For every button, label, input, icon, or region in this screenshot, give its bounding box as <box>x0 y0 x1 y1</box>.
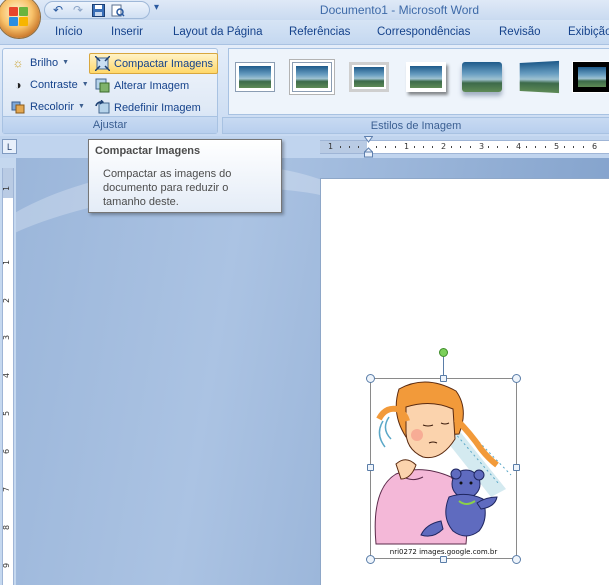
title-bar: ↶ ↷ ▾ Documento1 - Microsoft Word <box>0 0 609 20</box>
resize-handle[interactable] <box>366 374 375 383</box>
ruler-number: 9 <box>2 562 12 569</box>
tab-revisao[interactable]: Revisão <box>499 26 541 38</box>
brightness-button[interactable]: ☼ Brilho ▼ <box>5 52 74 73</box>
resize-handle[interactable] <box>513 464 520 471</box>
recolor-label: Recolorir <box>30 100 75 113</box>
brightness-label: Brilho <box>30 56 59 69</box>
ribbon-tabs: Início Inserir Layout da Página Referênc… <box>0 20 609 46</box>
picture-style-thumbnail[interactable] <box>292 62 332 92</box>
reset-picture-button[interactable]: Redefinir Imagem <box>89 97 206 118</box>
clipart-girl-with-teddy-bear <box>374 381 512 545</box>
ribbon: ☼ Brilho ▼ ◑ Contraste ▼ Recolorir ▼ Com… <box>0 44 609 136</box>
adjust-group: ☼ Brilho ▼ ◑ Contraste ▼ Recolorir ▼ Com… <box>2 48 219 134</box>
selected-picture[interactable]: nri0272 images.google.com.br <box>370 378 517 559</box>
change-picture-label: Alterar Imagem <box>114 79 190 92</box>
ruler-number: 7 <box>2 486 12 493</box>
ruler-number: 5 <box>2 410 12 417</box>
tab-exibicao[interactable]: Exibição <box>568 26 609 38</box>
tab-inicio[interactable]: Início <box>55 26 83 38</box>
tooltip-title: Compactar Imagens <box>95 145 201 157</box>
change-picture-icon <box>94 78 110 94</box>
reset-picture-label: Redefinir Imagem <box>114 101 201 114</box>
resize-handle[interactable] <box>440 556 447 563</box>
vertical-ruler[interactable]: 1 1 2 3 4 5 6 7 8 9 <box>2 168 14 585</box>
adjust-group-label: Ajustar <box>3 116 217 133</box>
compress-pictures-label: Compactar Imagens <box>114 57 214 70</box>
ruler-number: 6 <box>2 448 12 455</box>
change-picture-button[interactable]: Alterar Imagem <box>89 75 194 96</box>
ruler-number: 6 <box>592 142 598 151</box>
picture-style-thumbnail[interactable] <box>349 62 389 92</box>
tooltip-body: Compactar as imagens do documento para r… <box>103 168 232 208</box>
chevron-down-icon: ▼ <box>78 103 85 110</box>
compress-pictures-button[interactable]: Compactar Imagens <box>89 53 219 74</box>
picture-style-thumbnail[interactable] <box>519 60 560 94</box>
tab-selector-button[interactable]: L <box>2 139 17 154</box>
window-title: Documento1 - Microsoft Word <box>319 3 480 17</box>
resize-handle[interactable] <box>367 464 374 471</box>
chevron-down-icon: ▼ <box>81 81 89 88</box>
indent-marker-icon[interactable] <box>364 136 373 158</box>
brightness-icon: ☼ <box>12 55 24 70</box>
ruler-number: 2 <box>2 297 12 304</box>
compress-pictures-tooltip: Compactar Imagens Compactar as imagens d… <box>88 139 282 213</box>
contrast-button[interactable]: ◑ Contraste ▼ <box>5 74 94 95</box>
picture-styles-group-label: Estilos de Imagem <box>222 117 609 134</box>
ruler-number: 3 <box>479 142 485 151</box>
resize-handle[interactable] <box>366 555 375 564</box>
tab-referencias[interactable]: Referências <box>289 26 350 38</box>
recolor-icon <box>10 99 26 115</box>
contrast-label: Contraste <box>30 78 78 91</box>
picture-caption: nri0272 images.google.com.br <box>389 548 498 556</box>
chevron-down-icon: ▼ <box>62 59 70 66</box>
office-logo-icon <box>9 7 29 27</box>
tab-correspondencias[interactable]: Correspondências <box>377 26 470 38</box>
ruler-number: 4 <box>516 142 522 151</box>
picture-style-thumbnail[interactable] <box>406 62 446 92</box>
ruler-margin <box>3 168 13 198</box>
picture-styles-gallery <box>228 48 609 115</box>
ruler-number: 4 <box>2 372 12 379</box>
ruler-number: 3 <box>2 334 12 341</box>
ruler-number: 1 <box>2 259 12 266</box>
resize-handle[interactable] <box>512 555 521 564</box>
rotate-handle[interactable] <box>439 348 448 357</box>
picture-style-thumbnail[interactable] <box>462 62 502 92</box>
recolor-button[interactable]: Recolorir ▼ <box>5 96 90 117</box>
ruler-number: 2 <box>441 142 447 151</box>
reset-picture-icon <box>94 100 110 116</box>
ruler-number: 1 <box>2 185 12 192</box>
ruler-number: 5 <box>554 142 560 151</box>
contrast-icon: ◑ <box>14 77 22 92</box>
picture-style-thumbnail[interactable] <box>572 61 609 93</box>
ruler-number: 8 <box>2 524 12 531</box>
tab-inserir[interactable]: Inserir <box>111 26 143 38</box>
ruler-number: 1 <box>328 142 334 151</box>
compress-pictures-icon <box>94 56 110 72</box>
resize-handle[interactable] <box>512 374 521 383</box>
ruler-number: 1 <box>404 142 410 151</box>
tab-layout-da-pagina[interactable]: Layout da Página <box>173 26 263 38</box>
resize-handle[interactable] <box>440 375 447 382</box>
picture-style-thumbnail[interactable] <box>235 62 275 92</box>
